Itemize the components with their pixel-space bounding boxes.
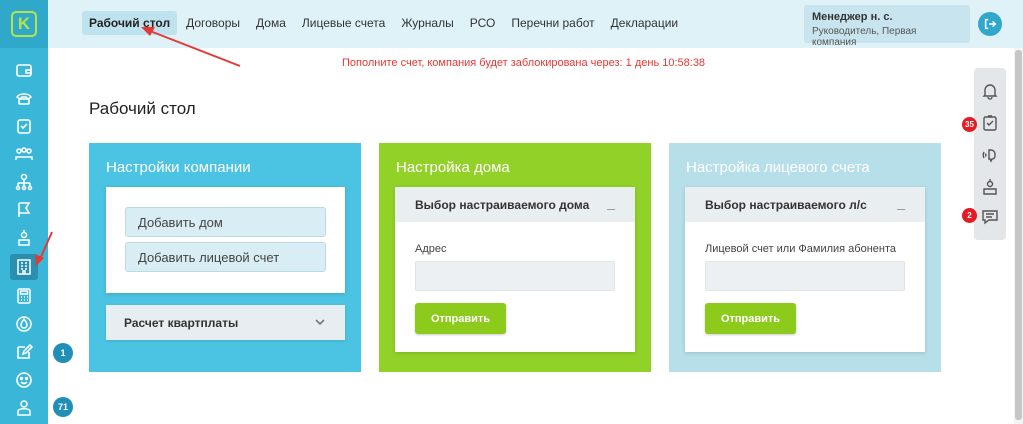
add-account-button[interactable]: Добавить лицевой счет xyxy=(125,242,326,272)
inspector-icon[interactable] xyxy=(981,178,999,196)
company-actions-panel: Добавить дом Добавить лицевой счет xyxy=(106,187,345,293)
logo[interactable]: K xyxy=(0,0,48,48)
account-select-panel: Выбор настраиваемого л/с _ Лицевой счет … xyxy=(685,187,925,352)
nav-item-accounts[interactable]: Лицевые счета xyxy=(295,11,392,35)
logo-mark: K xyxy=(11,11,37,37)
minimize-button[interactable]: _ xyxy=(607,195,615,211)
wallet-icon[interactable] xyxy=(12,60,36,80)
calculator-icon[interactable] xyxy=(12,286,36,306)
panel-title: Выбор настраиваемого дома xyxy=(415,197,590,212)
nav-item-journals[interactable]: Журналы xyxy=(394,11,460,35)
chat-badge: 2 xyxy=(962,208,977,223)
left-sidebar: K xyxy=(0,0,48,424)
house-settings-card: Настройка дома Выбор настраиваемого дома… xyxy=(379,143,651,372)
user-menu[interactable]: Менеджер н. с. Руководитель, Первая комп… xyxy=(804,5,970,48)
submit-button[interactable]: Отправить xyxy=(705,303,796,334)
main-nav: Рабочий стол Договоры Дома Лицевые счета… xyxy=(82,11,685,35)
app-root: K 1 71 Рабочий стол Договоры Дома Лицевы… xyxy=(0,0,1023,424)
edit-icon[interactable] xyxy=(12,342,36,362)
user-role: Руководитель, Первая компания xyxy=(812,26,917,48)
scrollbar-thumb[interactable] xyxy=(1015,50,1022,420)
nav-item-contracts[interactable]: Договоры xyxy=(179,11,247,35)
house-select-panel: Выбор настраиваемого дома _ Адрес Отправ… xyxy=(395,187,635,352)
top-navigation: Рабочий стол Договоры Дома Лицевые счета… xyxy=(48,0,1023,48)
nav-item-rso[interactable]: РСО xyxy=(463,11,503,35)
logout-button[interactable] xyxy=(978,12,1002,36)
nav-item-desktop[interactable]: Рабочий стол xyxy=(82,11,178,35)
account-search-label: Лицевой счет или Фамилия абонента xyxy=(705,243,897,255)
group-icon[interactable] xyxy=(12,398,36,418)
broadcast-icon[interactable] xyxy=(981,146,999,164)
company-settings-card: Настройки компании Добавить дом Добавить… xyxy=(89,143,361,372)
group-badge: 71 xyxy=(53,397,73,417)
accordion-label: Расчет квартплаты xyxy=(124,315,239,330)
chat-icon[interactable] xyxy=(981,208,999,226)
nav-item-houses[interactable]: Дома xyxy=(249,11,293,35)
user-name: Менеджер н. с. xyxy=(812,11,893,23)
card-title: Настройка лицевого счета xyxy=(686,159,870,176)
team-icon[interactable] xyxy=(12,144,36,164)
balance-warning: Пополните счет, компания будет заблокиро… xyxy=(342,57,706,69)
nav-item-declarations[interactable]: Декларации xyxy=(604,11,686,35)
panel-title: Выбор настраиваемого л/с xyxy=(705,197,867,212)
flag-icon[interactable] xyxy=(12,200,36,220)
account-search-input[interactable] xyxy=(705,261,905,291)
bell-icon[interactable] xyxy=(981,82,999,100)
task-icon[interactable] xyxy=(981,114,999,132)
right-toolbar xyxy=(974,68,1006,240)
building-icon[interactable] xyxy=(10,254,38,280)
logout-icon xyxy=(984,18,997,30)
card-title: Настройки компании xyxy=(106,159,251,176)
chevron-down-icon xyxy=(315,319,325,326)
panel-header: Выбор настраиваемого л/с _ xyxy=(685,187,925,222)
add-house-button[interactable]: Добавить дом xyxy=(125,207,326,237)
address-label: Адрес xyxy=(415,243,447,255)
smiley-icon[interactable] xyxy=(12,370,36,390)
task-badge: 35 xyxy=(962,117,977,132)
submit-button[interactable]: Отправить xyxy=(415,303,506,334)
card-title: Настройка дома xyxy=(396,159,510,176)
page-title: Рабочий стол xyxy=(89,99,196,118)
address-input[interactable] xyxy=(415,261,615,291)
rent-calculation-accordion[interactable]: Расчет квартплаты xyxy=(106,305,345,340)
minimize-button[interactable]: _ xyxy=(897,195,905,211)
clipboard-icon[interactable] xyxy=(12,116,36,136)
water-drop-icon[interactable] xyxy=(12,314,36,334)
inspector-icon[interactable] xyxy=(12,228,36,248)
account-settings-card: Настройка лицевого счета Выбор настраива… xyxy=(669,143,941,372)
org-chart-icon[interactable] xyxy=(12,172,36,192)
nav-item-work-lists[interactable]: Перечни работ xyxy=(504,11,601,35)
edit-badge: 1 xyxy=(53,343,73,363)
phone-icon[interactable] xyxy=(12,88,36,108)
panel-header: Выбор настраиваемого дома _ xyxy=(395,187,635,222)
